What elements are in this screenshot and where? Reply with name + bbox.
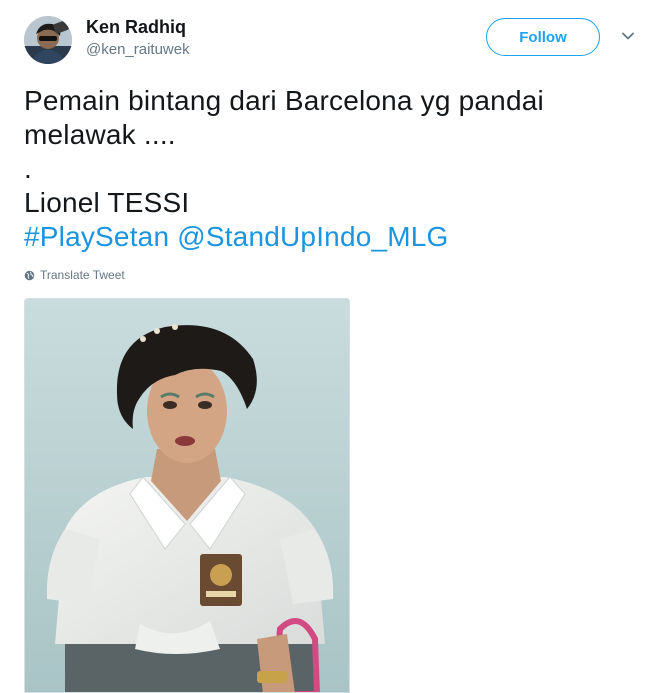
photo-image — [25, 299, 349, 692]
follow-button[interactable]: Follow — [486, 18, 600, 56]
tweet-card: Ken Radhiq @ken_raituwek Follow Pemain b… — [0, 0, 648, 693]
tweet-links-line: #PlaySetan @StandUpIndo_MLG — [24, 220, 624, 254]
avatar-image — [24, 16, 72, 64]
display-name[interactable]: Ken Radhiq — [86, 16, 190, 38]
chevron-down-icon[interactable] — [620, 28, 636, 44]
tweet-photo[interactable] — [24, 298, 350, 693]
user-info: Ken Radhiq @ken_raituwek — [86, 16, 190, 60]
avatar[interactable] — [24, 16, 72, 64]
tweet-header: Ken Radhiq @ken_raituwek Follow — [24, 14, 638, 70]
mention-link[interactable]: @StandUpIndo_MLG — [177, 221, 448, 252]
tweet-text: Pemain bintang dari Barcelona yg pandai … — [24, 84, 624, 254]
globe-icon — [24, 270, 35, 280]
hashtag-link[interactable]: #PlaySetan — [24, 221, 169, 252]
tweet-line-1: Pemain bintang dari Barcelona yg pandai — [24, 85, 544, 116]
translate-tweet-link[interactable]: Translate Tweet — [24, 268, 125, 282]
user-handle[interactable]: @ken_raituwek — [86, 40, 190, 60]
translate-label: Translate Tweet — [40, 268, 125, 282]
tweet-line-4: Lionel TESSI — [24, 187, 190, 218]
tweet-line-3: . — [24, 153, 32, 184]
tweet-line-2: melawak .... — [24, 119, 176, 150]
